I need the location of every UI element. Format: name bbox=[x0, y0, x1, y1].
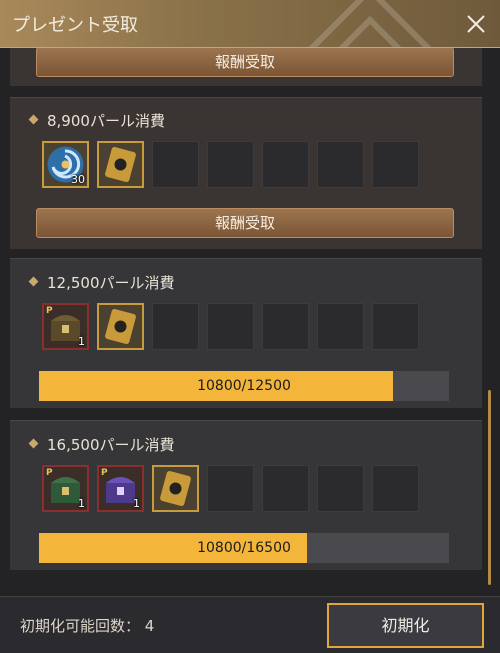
progress-bar: 10800/12500 bbox=[39, 371, 449, 401]
p-badge: P bbox=[46, 306, 53, 316]
item-quantity: 1 bbox=[78, 335, 85, 348]
close-icon bbox=[467, 15, 485, 33]
reward-cost-label: 16,500パール消費 bbox=[28, 434, 175, 455]
bullet-diamond-icon bbox=[28, 114, 39, 125]
item-quantity: 1 bbox=[78, 497, 85, 510]
gold-ticket-icon bbox=[105, 308, 136, 345]
title-decoration-icon bbox=[308, 0, 432, 47]
empty-item-slot bbox=[372, 303, 419, 350]
claim-reward-button[interactable]: 報酬受取 bbox=[36, 208, 454, 238]
reward-card: 16,500パール消費 P 1 P 1 10800/16500 bbox=[10, 420, 482, 570]
item-quantity: 1 bbox=[133, 497, 140, 510]
empty-item-slot bbox=[262, 141, 309, 188]
p-badge: P bbox=[46, 468, 53, 478]
reward-cost-label: 12,500パール消費 bbox=[28, 272, 175, 293]
empty-item-slot bbox=[152, 303, 199, 350]
scrollbar[interactable] bbox=[488, 390, 491, 585]
bullet-diamond-icon bbox=[28, 276, 39, 287]
reward-item-slot[interactable]: P 1 bbox=[97, 465, 144, 512]
reward-cost-label: 8,900パール消費 bbox=[28, 110, 165, 131]
empty-item-slot bbox=[207, 303, 254, 350]
footer: 初期化可能回数： 4 初期化 bbox=[0, 596, 500, 653]
window-title: プレゼント受取 bbox=[12, 15, 138, 36]
reward-item-slot[interactable] bbox=[97, 141, 144, 188]
empty-item-slot bbox=[317, 303, 364, 350]
empty-item-slot bbox=[207, 465, 254, 512]
reset-count-label: 初期化可能回数： 4 bbox=[20, 617, 155, 635]
p-badge: P bbox=[101, 468, 108, 478]
bullet-diamond-icon bbox=[28, 438, 39, 449]
empty-item-slot bbox=[207, 141, 254, 188]
progress-bar: 10800/16500 bbox=[39, 533, 449, 563]
reward-item-slot[interactable]: 30 bbox=[42, 141, 89, 188]
claim-reward-button[interactable]: 報酬受取 bbox=[36, 48, 454, 77]
empty-item-slot bbox=[372, 465, 419, 512]
empty-item-slot bbox=[372, 141, 419, 188]
empty-item-slot bbox=[317, 141, 364, 188]
title-bar: プレゼント受取 bbox=[0, 0, 500, 48]
reward-item-slot[interactable] bbox=[97, 303, 144, 350]
reward-item-slot[interactable] bbox=[152, 465, 199, 512]
empty-item-slot bbox=[262, 303, 309, 350]
empty-item-slot bbox=[317, 465, 364, 512]
reset-button[interactable]: 初期化 bbox=[327, 603, 484, 648]
empty-item-slot bbox=[152, 141, 199, 188]
reward-item-slot[interactable]: P 1 bbox=[42, 465, 89, 512]
gold-ticket-icon bbox=[160, 470, 191, 507]
reward-item-slot[interactable]: P 1 bbox=[42, 303, 89, 350]
reward-card: 報酬受取 bbox=[10, 48, 482, 86]
gold-ticket-icon bbox=[105, 146, 136, 183]
progress-text: 10800/16500 bbox=[197, 540, 291, 556]
reward-list[interactable]: 報酬受取 8,900パール消費 30 報酬受取 12,500パール消費 P 1 … bbox=[0, 48, 500, 596]
empty-item-slot bbox=[262, 465, 309, 512]
close-button[interactable] bbox=[462, 10, 490, 38]
reward-card: 12,500パール消費 P 1 10800/12500 bbox=[10, 258, 482, 408]
item-quantity: 30 bbox=[71, 173, 85, 186]
reward-card: 8,900パール消費 30 報酬受取 bbox=[10, 97, 482, 249]
progress-text: 10800/12500 bbox=[197, 378, 291, 394]
